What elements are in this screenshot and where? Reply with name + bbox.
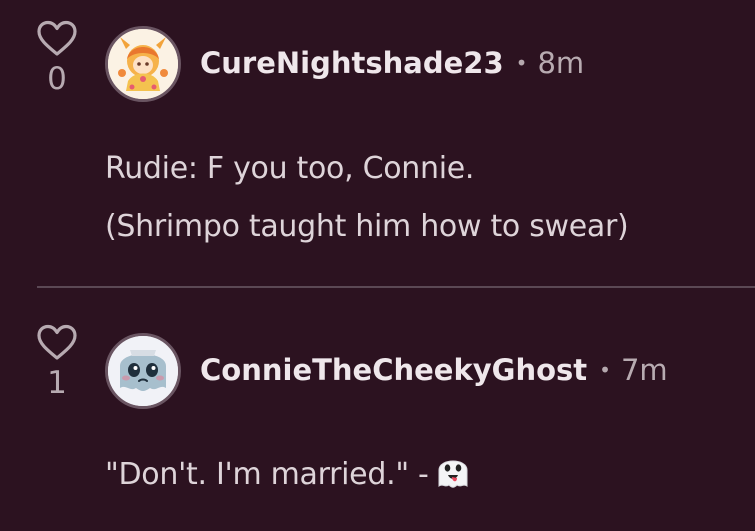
username-link[interactable]: CureNightshade23 xyxy=(200,46,504,80)
comment-item: 1 ConnieTheCheekyGhost • 7m "Don't. I'm ma… xyxy=(0,288,755,531)
ghost-character-avatar xyxy=(108,336,178,406)
ghost-emoji-icon xyxy=(438,460,468,488)
comment-body: "Don't. I'm married." - xyxy=(105,446,473,504)
timestamp: 8m xyxy=(537,46,585,80)
separator-dot: • xyxy=(515,51,528,75)
comment-line: (Shrimpo taught him how to swear) xyxy=(105,209,629,244)
like-control: 0 xyxy=(34,20,80,96)
comment-line: Rudie: F you too, Connie. xyxy=(105,151,475,186)
comment-body: Rudie: F you too, Connie. (Shrimpo taugh… xyxy=(105,140,629,256)
like-count: 1 xyxy=(47,365,67,401)
username-link[interactable]: ConnieTheCheekyGhost xyxy=(200,353,587,387)
anime-character-avatar xyxy=(108,29,178,99)
like-count: 0 xyxy=(47,61,67,97)
comment-line: "Don't. I'm married." - xyxy=(105,446,473,504)
like-control: 1 xyxy=(34,324,80,400)
comment-item: 0 CureNightshade23 • 8m Rudie: F you too… xyxy=(0,0,755,286)
heart-icon[interactable] xyxy=(36,20,78,58)
comment-text: "Don't. I'm married." - xyxy=(105,457,429,492)
avatar[interactable] xyxy=(105,333,181,409)
comment-header: CureNightshade23 • 8m xyxy=(200,45,584,86)
avatar[interactable] xyxy=(105,26,181,102)
timestamp: 7m xyxy=(620,353,668,387)
separator-dot: • xyxy=(599,358,611,382)
comment-header: ConnieTheCheekyGhost • 7m xyxy=(200,352,668,393)
comment-thread: 0 CureNightshade23 • 8m Rudie: F you too… xyxy=(0,0,755,531)
heart-icon[interactable] xyxy=(36,324,78,362)
